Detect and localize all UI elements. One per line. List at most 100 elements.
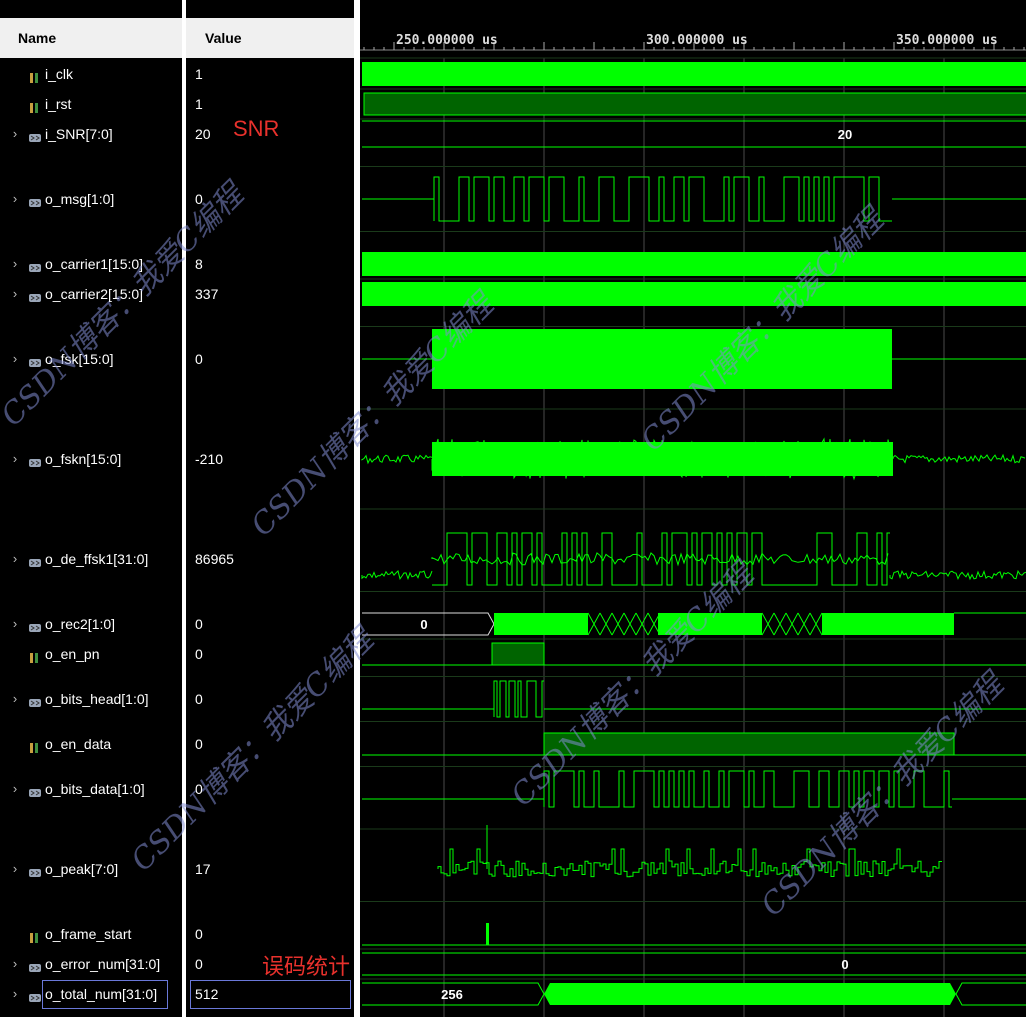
chevron-right-icon[interactable]: › xyxy=(8,188,22,210)
signal-row-14[interactable]: › o_peak[7:0] xyxy=(0,858,182,880)
i-clk-wave xyxy=(362,62,1026,86)
o-rec2-transition xyxy=(785,612,799,636)
o-rec2-transition xyxy=(623,612,637,636)
wire-signal-icon xyxy=(28,68,42,83)
signal-value: 0 xyxy=(195,956,203,972)
i-snr-bus xyxy=(362,120,1026,148)
signal-name: o_frame_start xyxy=(45,926,132,942)
bus-value-label: 20 xyxy=(838,127,852,142)
chevron-right-icon[interactable]: › xyxy=(8,858,22,880)
chevron-right-icon[interactable]: › xyxy=(8,953,22,975)
o-rec2-segment xyxy=(494,613,588,635)
signal-row-7[interactable]: › o_fskn[15:0] xyxy=(0,448,182,470)
selected-value-highlight xyxy=(190,980,351,1009)
bus-signal-icon xyxy=(28,958,42,972)
o-frame-start-pulse xyxy=(486,923,489,945)
chevron-right-icon[interactable]: › xyxy=(8,778,22,800)
chevron-right-icon[interactable]: › xyxy=(8,548,22,570)
signal-row-6[interactable]: › o_fsk[15:0] xyxy=(0,348,182,370)
signal-row-9[interactable]: › o_rec2[1:0] xyxy=(0,613,182,635)
signal-value: 86965 xyxy=(195,551,234,567)
signal-value: 0 xyxy=(195,191,203,207)
time-label: 250.000000 us xyxy=(396,33,498,48)
o-rec2-transition xyxy=(797,612,811,636)
name-column-header[interactable]: Name xyxy=(0,18,182,58)
signal-row-11[interactable]: › o_bits_head[1:0] xyxy=(0,688,182,710)
signal-name: i_rst xyxy=(45,96,72,112)
o-rec2-transition xyxy=(587,612,601,636)
signal-value: 17 xyxy=(195,861,211,877)
o-rec2-transition xyxy=(611,612,625,636)
signal-value: 0 xyxy=(195,781,203,797)
signal-row-8[interactable]: › o_de_ffsk1[31:0] xyxy=(0,548,182,570)
signal-value: 1 xyxy=(195,66,203,82)
o-fskn-noise-end xyxy=(892,453,1026,464)
chevron-right-icon[interactable]: › xyxy=(8,448,22,470)
bus-value-label: 0 xyxy=(420,617,427,632)
o-rec2-transition xyxy=(809,612,823,636)
o-rec2-transition xyxy=(761,612,775,636)
bus-signal-icon xyxy=(28,288,42,302)
name-header-label: Name xyxy=(18,30,57,46)
signal-value: 0 xyxy=(195,616,203,632)
bus-signal-icon xyxy=(28,618,42,632)
signal-row-2[interactable]: › i_SNR[7:0] xyxy=(0,123,182,145)
signal-row-0[interactable]: i_clk xyxy=(0,63,182,85)
bus-signal-icon xyxy=(28,353,42,367)
chevron-right-icon[interactable]: › xyxy=(8,983,22,1005)
signal-name: o_msg[1:0] xyxy=(45,191,115,207)
chevron-right-icon[interactable]: › xyxy=(8,123,22,145)
signal-name: o_en_data xyxy=(45,736,112,752)
signal-name: o_bits_head[1:0] xyxy=(45,691,149,707)
o-bits-data-wave xyxy=(543,770,952,808)
bus-signal-icon xyxy=(28,693,42,707)
signal-row-15[interactable]: o_frame_start xyxy=(0,923,182,945)
error-stat-annotation: 误码统计 xyxy=(262,954,351,979)
chevron-right-icon[interactable]: › xyxy=(8,283,22,305)
o-de-ffsk1-noise xyxy=(361,570,433,581)
signal-name: o_rec2[1:0] xyxy=(45,616,116,632)
signal-row-16[interactable]: › o_error_num[31:0] xyxy=(0,953,182,975)
signal-value: 0 xyxy=(195,351,203,367)
signal-row-12[interactable]: o_en_data xyxy=(0,733,182,755)
signal-row-4[interactable]: › o_carrier1[15:0] xyxy=(0,253,182,275)
bus-signal-icon xyxy=(28,863,42,877)
o-de-ffsk1-ripple xyxy=(431,552,889,567)
signal-name: i_clk xyxy=(45,66,74,82)
i-rst-wave xyxy=(363,92,1026,116)
signal-value: 1 xyxy=(195,96,203,112)
signal-value: 0 xyxy=(195,691,203,707)
o-rec2-transition xyxy=(773,612,787,636)
bus-value-label: 256 xyxy=(441,987,463,1002)
signal-value: 8 xyxy=(195,256,203,272)
signal-name: o_carrier1[15:0] xyxy=(45,256,144,272)
chevron-right-icon[interactable]: › xyxy=(8,613,22,635)
signal-row-1[interactable]: i_rst xyxy=(0,93,182,115)
signal-name: o_en_pn xyxy=(45,646,100,662)
o-total-num-segment xyxy=(544,983,956,1005)
signal-name: o_fskn[15:0] xyxy=(45,451,122,467)
o-carrier2-wave xyxy=(362,282,1026,306)
signal-row-5[interactable]: › o_carrier2[15:0] xyxy=(0,283,182,305)
o-rec2-transition xyxy=(599,612,613,636)
o-bits-head-wave xyxy=(493,680,544,718)
snr-annotation: SNR xyxy=(233,116,280,141)
signal-row-3[interactable]: › o_msg[1:0] xyxy=(0,188,182,210)
value-header-label: Value xyxy=(205,30,242,46)
signal-value: 0 xyxy=(195,926,203,942)
o-en-data-pulse xyxy=(543,732,955,756)
signal-row-13[interactable]: › o_bits_data[1:0] xyxy=(0,778,182,800)
signal-values-panel: Value 1 1 20 0 8 337 0 -210 86965 0 0 0 0 0 17 0 0 512 xyxy=(186,0,354,1017)
waveform-panel[interactable]: 250.000000 us 300.000000 us 350.000000 us … xyxy=(360,0,1026,1017)
signal-name: o_bits_data[1:0] xyxy=(45,781,145,797)
signal-row-10[interactable]: o_en_pn xyxy=(0,643,182,665)
chevron-right-icon[interactable]: › xyxy=(8,348,22,370)
bus-signal-icon xyxy=(28,783,42,797)
o-en-pn-pulse xyxy=(491,642,545,666)
o-total-num-end xyxy=(955,982,1026,1006)
value-column-header[interactable]: Value xyxy=(186,18,354,58)
o-fsk-wave xyxy=(432,329,892,389)
bus-signal-icon xyxy=(28,988,42,1002)
chevron-right-icon[interactable]: › xyxy=(8,253,22,275)
chevron-right-icon[interactable]: › xyxy=(8,688,22,710)
